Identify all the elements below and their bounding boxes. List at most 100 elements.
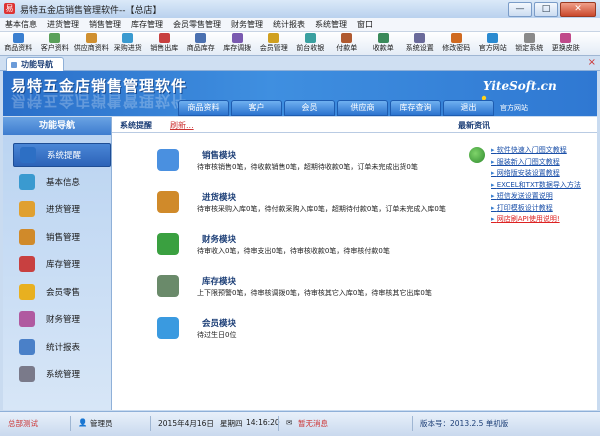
toolbar-button-9[interactable]: 付款单	[329, 32, 366, 55]
status-weekday: 星期四	[220, 419, 243, 428]
sidebar: 功能导航 系统提醒 基本信息 进货管理 销售管理 库存管理 会员零售 财务管理 统计报表 系统管…	[3, 117, 112, 410]
toolbar-button-12[interactable]: 修改密码	[438, 32, 475, 55]
news-link[interactable]: 网店刷API使用说明!	[491, 214, 581, 226]
toolbar-label: 更换皮肤	[551, 44, 580, 52]
toolbar-label: 修改密码	[442, 44, 471, 52]
toolbar: 商品资料 客户资料 供应商资料 采购进货 销售出库 商品库存 库存调拨 会员管理 前台收银 付款单…	[0, 32, 600, 56]
menu-reports[interactable]: 统计报表	[268, 18, 310, 31]
module-desc: 上下限预警0笔，待审核调拨0笔，待审核其它入库0笔，待审核其它出库0笔	[197, 289, 432, 297]
toolbar-button-11[interactable]: 系统设置	[402, 32, 439, 55]
toolbar-label: 锁定系统	[515, 44, 544, 52]
maximize-button[interactable]: □	[534, 2, 558, 17]
status-message[interactable]: 暂无消息	[298, 418, 328, 429]
sidebar-item-label: 会员零售	[46, 287, 81, 298]
menu-inventory[interactable]: 库存管理	[126, 18, 168, 31]
toolbar-button-10[interactable]: 收款单	[365, 32, 402, 55]
toolbar-button-7[interactable]: 会员管理	[256, 32, 293, 55]
minimize-button[interactable]: —	[508, 2, 532, 17]
sidebar-item-2[interactable]: 进货管理	[13, 198, 109, 220]
toolbar-label: 客户资料	[40, 44, 69, 52]
module-desc: 待审收入0笔，待审支出0笔，待审核收款0笔，待审核付款0笔	[197, 247, 390, 255]
toolbar-icon	[560, 33, 572, 43]
tab-function-nav[interactable]: 功能导航	[6, 57, 64, 71]
news-link[interactable]: 打印模板设计教程	[491, 203, 581, 215]
sidebar-icon	[19, 366, 35, 382]
menu-finance[interactable]: 财务管理	[226, 18, 268, 31]
close-tab-icon[interactable]: ×	[588, 57, 596, 68]
toolbar-button-0[interactable]: 商品资料	[0, 32, 37, 55]
menu-sales[interactable]: 销售管理	[84, 18, 126, 31]
toolbar-icon	[450, 33, 462, 43]
nav-customers[interactable]: 客户	[231, 100, 282, 116]
module-title[interactable]: 库存模块	[202, 275, 236, 287]
sidebar-item-label: 基本信息	[46, 177, 81, 188]
window-title: 易特五金店销售管理软件--【总店】	[20, 6, 162, 16]
toolbar-button-1[interactable]: 客户资料	[37, 32, 74, 55]
toolbar-label: 商品资料	[4, 44, 33, 52]
sidebar-item-6[interactable]: 财务管理	[13, 308, 109, 330]
news-link[interactable]: EXCEL和TXT数据导入方法	[491, 180, 581, 192]
tab-icon	[11, 62, 17, 68]
toolbar-icon	[487, 33, 499, 43]
nav-exit[interactable]: 退出	[443, 100, 494, 116]
menu-purchase[interactable]: 进货管理	[42, 18, 84, 31]
toolbar-label: 采购进货	[113, 44, 142, 52]
toolbar-icon	[122, 33, 134, 43]
message-icon: ✉	[286, 418, 293, 427]
main-panel: 系统提醒 刷新... 最新资讯 软件快速入门图文教程服装新入门图文教程网络版安装…	[112, 117, 597, 410]
nav-suppliers[interactable]: 供应商	[337, 100, 388, 116]
site-logo: YiteSoft.cn	[483, 79, 557, 93]
module-desc: 待审核销售0笔，待收款销售0笔，超期待收款0笔，订单未完成出货0笔	[197, 163, 418, 171]
sidebar-item-0[interactable]: 系统提醒	[13, 143, 111, 167]
toolbar-label: 库存调拨	[223, 44, 252, 52]
status-version: 版本号：2013.2.5 单机版	[420, 419, 509, 428]
sidebar-item-1[interactable]: 基本信息	[13, 171, 109, 193]
refresh-link[interactable]: 刷新...	[170, 120, 194, 131]
toolbar-button-8[interactable]: 前台收银	[292, 32, 329, 55]
toolbar-button-3[interactable]: 采购进货	[110, 32, 147, 55]
toolbar-button-2[interactable]: 供应商资料	[73, 32, 110, 55]
news-link[interactable]: 网络版安装设置教程	[491, 168, 581, 180]
remind-tab[interactable]: 系统提醒	[120, 120, 152, 131]
toolbar-label: 收款单	[372, 44, 394, 52]
toolbar-button-6[interactable]: 库存调拨	[219, 32, 256, 55]
status-date: 2015年4月16日	[158, 419, 214, 428]
nav-products[interactable]: 商品资料	[178, 100, 229, 116]
module-icon	[157, 275, 179, 297]
toolbar-icon	[195, 33, 207, 43]
sidebar-item-5[interactable]: 会员零售	[13, 281, 109, 303]
window-controls: — □ ✕	[508, 2, 596, 17]
module-desc: 待审核采购入库0笔，待付款采购入库0笔，超期待付款0笔，订单未完成入库0笔	[197, 205, 446, 213]
module-title[interactable]: 销售模块	[202, 149, 236, 161]
official-site-link[interactable]: 官方网站	[500, 103, 528, 113]
menu-window[interactable]: 窗口	[352, 18, 378, 31]
module-title[interactable]: 会员模块	[202, 317, 236, 329]
menu-basic-info[interactable]: 基本信息	[0, 18, 42, 31]
module-title[interactable]: 财务模块	[202, 233, 236, 245]
sidebar-item-3[interactable]: 销售管理	[13, 226, 109, 248]
module-title[interactable]: 进货模块	[202, 191, 236, 203]
toolbar-button-13[interactable]: 官方网站	[475, 32, 512, 55]
sidebar-icon	[19, 256, 35, 272]
menu-member-retail[interactable]: 会员零售管理	[168, 18, 226, 31]
toolbar-icon	[341, 33, 353, 43]
menu-system[interactable]: 系统管理	[310, 18, 352, 31]
nav-members[interactable]: 会员	[284, 100, 335, 116]
toolbar-button-15[interactable]: 更换皮肤	[548, 32, 585, 55]
sidebar-icon	[19, 173, 35, 190]
news-link[interactable]: 软件快速入门图文教程	[491, 145, 581, 157]
toolbar-button-5[interactable]: 商品库存	[183, 32, 220, 55]
toolbar-button-14[interactable]: 锁定系统	[511, 32, 548, 55]
sidebar-item-8[interactable]: 系统管理	[13, 363, 109, 385]
news-link[interactable]: 服装新入门图文教程	[491, 157, 581, 169]
module-icon	[157, 191, 179, 213]
sidebar-item-label: 财务管理	[46, 315, 81, 325]
news-title: 最新资讯	[458, 121, 490, 130]
news-link[interactable]: 短信发送设置说明	[491, 191, 581, 203]
nav-inventory-query[interactable]: 库存查询	[390, 100, 441, 116]
module-icon	[157, 149, 179, 171]
close-button[interactable]: ✕	[560, 2, 596, 17]
sidebar-item-7[interactable]: 统计报表	[13, 336, 109, 358]
toolbar-button-4[interactable]: 销售出库	[146, 32, 183, 55]
sidebar-item-4[interactable]: 库存管理	[13, 253, 109, 275]
